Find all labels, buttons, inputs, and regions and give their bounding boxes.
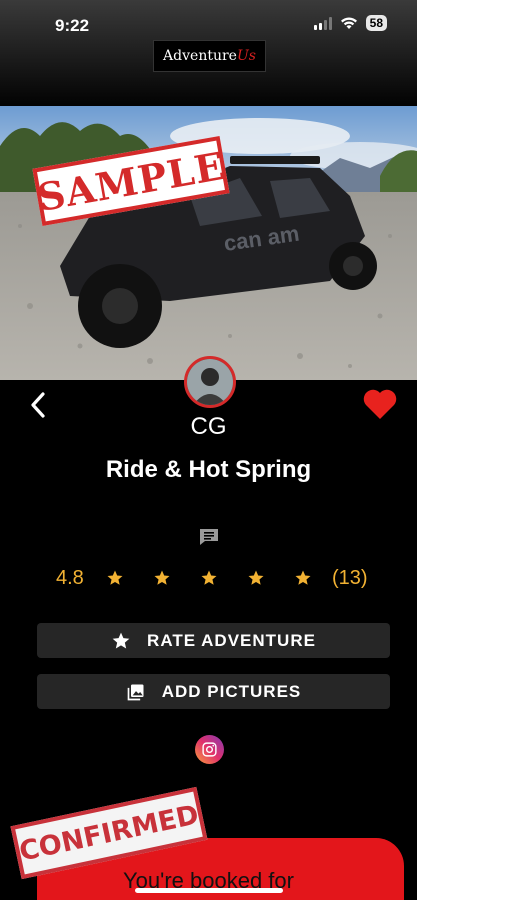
- image-icon: [127, 684, 144, 700]
- star-icon: [112, 632, 130, 648]
- instagram-icon: [202, 742, 217, 757]
- logo-text: Adventure: [163, 48, 237, 64]
- add-pictures-button[interactable]: ADD PICTURES: [37, 674, 390, 709]
- star-icon: [295, 570, 311, 585]
- star-icon: [201, 570, 217, 585]
- star-icon: [107, 570, 123, 585]
- rating-row: 4.8 (13): [56, 565, 376, 591]
- star-icon: [154, 570, 170, 585]
- battery-indicator: 58: [365, 15, 387, 31]
- instagram-button[interactable]: [195, 735, 224, 764]
- app-screen: 9:22 58 Adventure Us can am SAMPLE CG Ri…: [0, 0, 417, 900]
- app-logo[interactable]: Adventure Us: [153, 40, 266, 72]
- adventure-title: Ride & Hot Spring: [105, 456, 312, 483]
- rating-value: 4.8: [56, 566, 84, 589]
- status-time: 9:22: [55, 16, 90, 35]
- wifi-icon: [340, 17, 357, 29]
- logo-accent: Us: [236, 48, 256, 64]
- chat-button[interactable]: [198, 527, 220, 547]
- rate-adventure-label: RATE ADVENTURE: [147, 630, 316, 650]
- chat-icon: [200, 529, 218, 545]
- host-name: CG: [190, 413, 227, 440]
- home-indicator[interactable]: [135, 888, 283, 893]
- host-avatar[interactable]: [184, 356, 236, 408]
- add-pictures-label: ADD PICTURES: [161, 681, 302, 701]
- rate-adventure-button[interactable]: RATE ADVENTURE: [37, 623, 390, 658]
- rating-stars: [106, 569, 312, 587]
- signal-icon: [313, 16, 332, 30]
- rating-count: (13): [332, 566, 368, 589]
- star-icon: [248, 570, 264, 585]
- status-icons: 58: [313, 15, 387, 31]
